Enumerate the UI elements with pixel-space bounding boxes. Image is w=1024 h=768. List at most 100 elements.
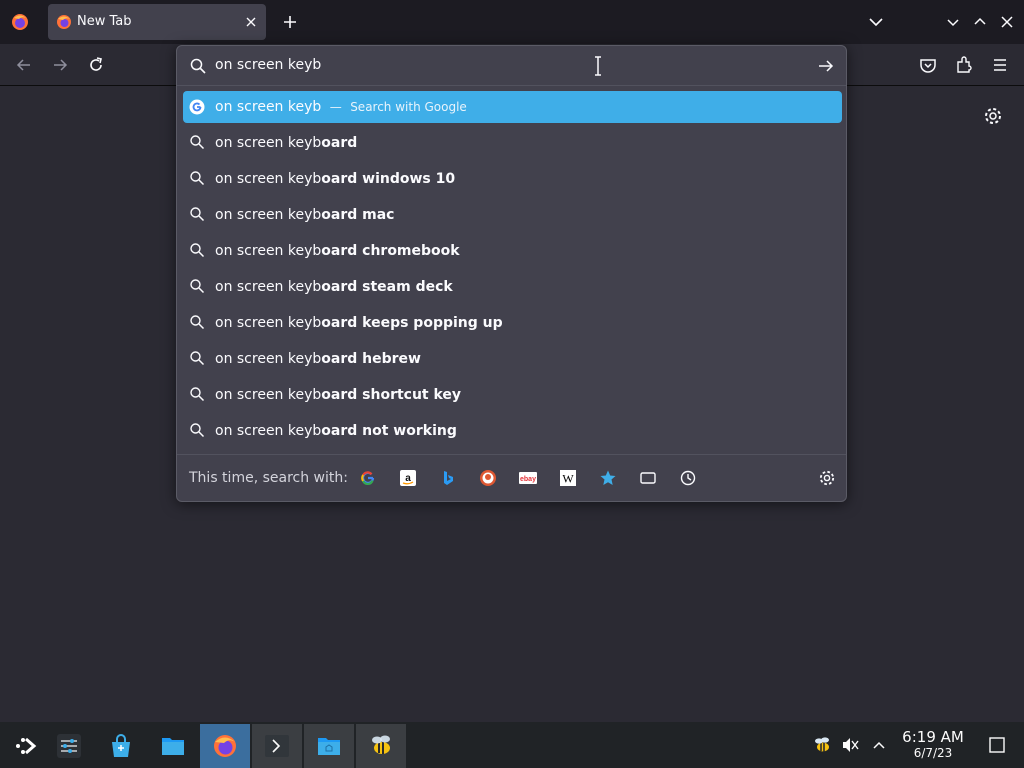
- show-desktop-icon[interactable]: [988, 736, 1006, 754]
- search-icon: [189, 134, 205, 150]
- amazon-icon[interactable]: a: [399, 469, 417, 487]
- wikipedia-icon[interactable]: W: [559, 469, 577, 487]
- steamos-icon: [16, 737, 37, 755]
- urlbar-dropdown: on screen keyb on screen keyb — Search w…: [176, 45, 847, 502]
- chevron-up-icon[interactable]: [869, 735, 889, 755]
- system-settings-button[interactable]: [44, 724, 94, 768]
- store-bag-icon: [112, 734, 130, 757]
- terminal-icon: [265, 735, 289, 757]
- search-settings-gear-icon[interactable]: [818, 469, 836, 487]
- tab-bar: New Tab: [0, 0, 1024, 44]
- duckduckgo-icon[interactable]: [479, 469, 497, 487]
- minimize-icon[interactable]: [943, 12, 963, 32]
- close-window-icon[interactable]: [997, 12, 1017, 32]
- suggestion-separator: —: [329, 100, 342, 114]
- search-icon: [189, 278, 205, 294]
- one-off-search-bar: This time, search with: a ebay W: [177, 455, 846, 502]
- list-all-tabs-icon[interactable]: [866, 12, 886, 32]
- taskbar: 6:19 AM 6/7/23: [0, 722, 1024, 768]
- close-tab-icon[interactable]: [242, 13, 260, 31]
- tab-new-tab[interactable]: New Tab: [48, 4, 266, 40]
- suggestion-completion: oard not working: [321, 423, 457, 439]
- dolphin-button[interactable]: [304, 724, 354, 768]
- svg-text:a: a: [405, 473, 411, 484]
- digital-clock[interactable]: 6:19 AM 6/7/23: [898, 728, 968, 760]
- firefox-taskbar-button[interactable]: [200, 724, 250, 768]
- suggestion-list: on screen keyb — Search with Google on s…: [183, 91, 842, 449]
- urlbar[interactable]: on screen keyb: [177, 46, 846, 86]
- suggestion-row-search-google[interactable]: on screen keyb — Search with Google: [183, 91, 842, 123]
- maximize-icon[interactable]: [970, 12, 990, 32]
- suggestion-completion: oard windows 10: [321, 171, 456, 187]
- firefox-icon: [56, 14, 72, 30]
- suggestion-typed: on screen keyb: [215, 99, 322, 115]
- urlbar-input[interactable]: on screen keyb: [215, 57, 321, 73]
- suggestion-typed: on screen keyb: [215, 243, 322, 259]
- suggestion-completion: oard shortcut key: [321, 387, 462, 403]
- svg-text:W: W: [562, 472, 574, 486]
- suggestion-completion: oard: [321, 135, 358, 151]
- bee-app-button[interactable]: [356, 724, 406, 768]
- settings-sliders-icon: [57, 734, 81, 758]
- suggestion-row[interactable]: on screen keyboard keeps popping up: [183, 305, 842, 341]
- customize-new-tab-gear-icon[interactable]: [983, 106, 1003, 126]
- search-icon: [189, 170, 205, 186]
- search-icon: [189, 242, 205, 258]
- tabs-icon[interactable]: [639, 469, 657, 487]
- search-icon: [189, 386, 205, 402]
- extensions-icon[interactable]: [954, 55, 974, 75]
- bing-icon[interactable]: [439, 469, 457, 487]
- suggestion-row[interactable]: on screen keyboard not working: [183, 413, 842, 449]
- new-tab-plus-icon[interactable]: [280, 12, 300, 32]
- back-arrow-icon[interactable]: [14, 55, 34, 75]
- google-icon[interactable]: [359, 469, 377, 487]
- clock-time: 6:19 AM: [902, 728, 964, 746]
- search-icon: [189, 57, 207, 75]
- suggestion-row[interactable]: on screen keyboard windows 10: [183, 161, 842, 197]
- suggestion-typed: on screen keyb: [215, 387, 322, 403]
- firefox-view-icon[interactable]: [10, 12, 30, 32]
- text-cursor-icon: [592, 55, 604, 77]
- konsole-button[interactable]: [252, 724, 302, 768]
- suggestion-hint: Search with Google: [350, 100, 467, 114]
- firefox-icon: [214, 735, 236, 757]
- suggestion-completion: oard steam deck: [321, 279, 453, 295]
- divider: [177, 85, 846, 86]
- suggestion-typed: on screen keyb: [215, 207, 322, 223]
- suggestion-completion: oard hebrew: [321, 351, 421, 367]
- bee-icon: [372, 735, 390, 754]
- app-launcher-button[interactable]: [0, 724, 50, 768]
- home-folder-icon: [318, 738, 340, 755]
- suggestion-row[interactable]: on screen keyboard mac: [183, 197, 842, 233]
- discover-store-button[interactable]: [96, 724, 146, 768]
- suggestion-typed: on screen keyb: [215, 171, 322, 187]
- suggestion-completion: oard keeps popping up: [321, 315, 503, 331]
- ebay-icon[interactable]: ebay: [519, 469, 537, 487]
- bee-tray-icon[interactable]: [812, 735, 832, 755]
- tab-title: New Tab: [77, 14, 132, 29]
- search-icon: [189, 206, 205, 222]
- folder-icon: [162, 738, 184, 755]
- suggestion-row[interactable]: on screen keyboard chromebook: [183, 233, 842, 269]
- history-icon[interactable]: [679, 469, 697, 487]
- suggestion-typed: on screen keyb: [215, 279, 322, 295]
- pocket-icon[interactable]: [918, 55, 938, 75]
- forward-arrow-icon[interactable]: [50, 55, 70, 75]
- suggestion-row[interactable]: on screen keyboard hebrew: [183, 341, 842, 377]
- suggestion-typed: on screen keyb: [215, 315, 322, 331]
- menu-icon[interactable]: [990, 55, 1010, 75]
- suggestion-completion: oard chromebook: [321, 243, 460, 259]
- search-icon: [189, 314, 205, 330]
- suggestion-row[interactable]: on screen keyboard: [183, 125, 842, 161]
- suggestion-completion: oard mac: [321, 207, 395, 223]
- one-off-label: This time, search with:: [189, 470, 348, 486]
- suggestion-row[interactable]: on screen keyboard shortcut key: [183, 377, 842, 413]
- google-icon: [189, 99, 205, 115]
- go-arrow-icon[interactable]: [816, 56, 836, 76]
- volume-muted-icon[interactable]: [840, 735, 860, 755]
- bookmarks-icon[interactable]: [599, 469, 617, 487]
- reload-icon[interactable]: [86, 55, 106, 75]
- search-icon: [189, 350, 205, 366]
- file-manager-button[interactable]: [148, 724, 198, 768]
- suggestion-row[interactable]: on screen keyboard steam deck: [183, 269, 842, 305]
